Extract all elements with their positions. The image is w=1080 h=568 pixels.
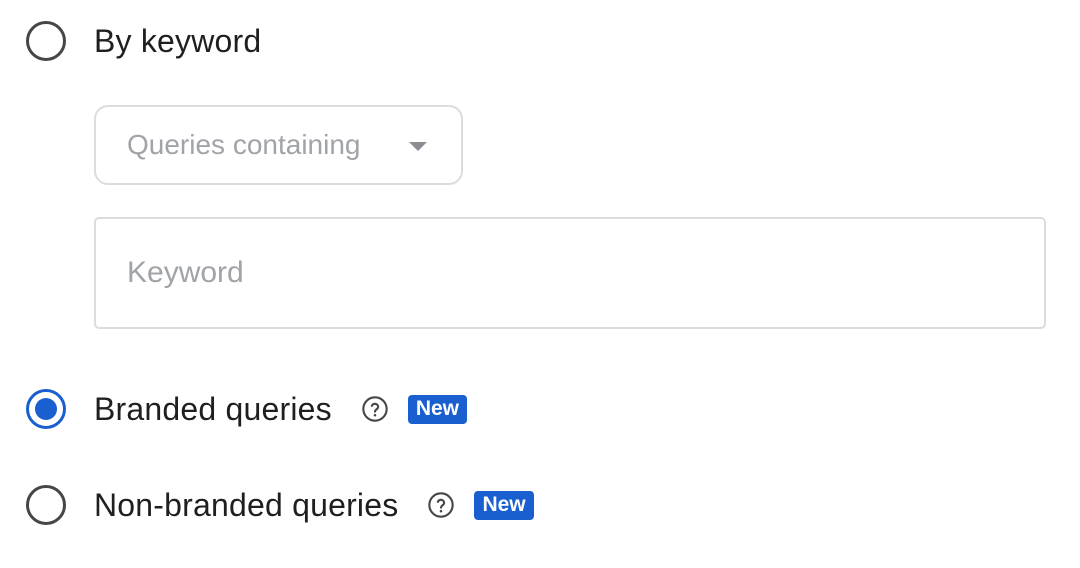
non-branded-queries-label: Non-branded queries [94,486,399,523]
new-badge: New [407,394,468,424]
radio-selected-dot [35,398,57,420]
help-circle-icon[interactable] [426,490,456,520]
branded-queries-label: Branded queries [94,390,332,427]
non-branded-queries-radio[interactable] [26,485,66,525]
branded-queries-radio[interactable] [26,389,66,429]
help-circle-icon[interactable] [360,394,390,424]
keyword-input[interactable] [94,217,1046,329]
option-branded-queries[interactable]: Branded queries New [26,387,468,431]
dropdown-arrow-icon [409,142,427,151]
query-filter-panel: By keyword Queries containing Branded qu… [0,0,1080,568]
by-keyword-radio[interactable] [26,21,66,61]
match-type-selected-value: Queries containing [127,129,361,160]
by-keyword-label: By keyword [94,22,262,59]
option-non-branded-queries[interactable]: Non-branded queries New [26,483,534,527]
match-type-dropdown[interactable]: Queries containing [94,105,463,185]
option-by-keyword[interactable]: By keyword [26,19,261,63]
new-badge: New [474,490,534,520]
